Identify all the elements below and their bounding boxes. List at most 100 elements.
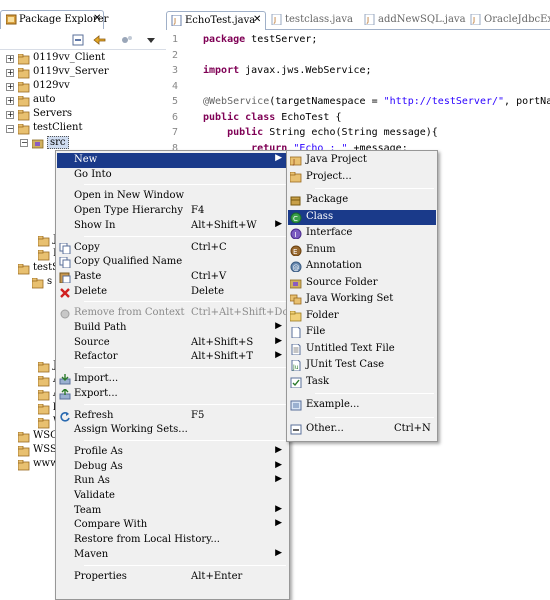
tab-oraclejdbcexamp[interactable]: J OracleJdbcExamp <box>466 11 550 30</box>
new-menu-item-task[interactable]: Task <box>288 375 436 390</box>
menu-item-label: New <box>74 154 98 165</box>
menu-item-team[interactable]: Team ▶ <box>57 504 288 519</box>
menu-item-label: File <box>306 326 326 337</box>
menu-item-refactor[interactable]: Refactor Alt+Shift+T ▶ <box>57 350 288 365</box>
new-menu-item-interface[interactable]: I Interface <box>288 226 436 241</box>
project-folder-icon <box>18 446 30 457</box>
menu-item-import[interactable]: Import... <box>57 372 288 387</box>
working-set-icon <box>290 294 302 305</box>
svg-text:J: J <box>472 16 475 24</box>
expand-icon[interactable]: + <box>6 83 14 91</box>
tree-item[interactable]: +0129vv <box>0 80 166 94</box>
project-icon <box>290 171 302 182</box>
tree-item[interactable]: + Servers <box>0 108 166 122</box>
close-icon[interactable]: ✕ <box>93 13 101 24</box>
collapse-all-icon[interactable] <box>72 34 86 46</box>
package-explorer-tab[interactable]: Package Explorer ✕ <box>0 10 108 29</box>
project-folder-icon <box>38 362 50 373</box>
tab-addnewsql[interactable]: J addNewSQL.java <box>360 11 466 30</box>
submenu-arrow-icon: ▶ <box>275 474 282 485</box>
tab-echotest[interactable]: J EchoTest.java ✕ <box>166 11 266 30</box>
new-menu-item-other[interactable]: Other... Ctrl+N <box>288 422 436 437</box>
tree-item[interactable]: − testClient <box>0 122 166 136</box>
menu-item-label: Refresh <box>74 409 114 421</box>
menu-item-maven[interactable]: Maven ▶ <box>57 548 288 563</box>
view-options-icon[interactable] <box>121 34 135 46</box>
menu-item-label: Annotation <box>306 260 362 271</box>
menu-item-restore-from-local-history[interactable]: Restore from Local History... <box>57 533 288 548</box>
enum-icon: E <box>290 245 302 256</box>
collapse-icon[interactable]: − <box>20 139 28 147</box>
expand-icon[interactable]: + <box>6 69 14 77</box>
code-keyword: import <box>203 65 240 76</box>
source-folder-icon <box>32 139 44 149</box>
code-keyword: public <box>203 127 264 138</box>
file-icon <box>291 327 301 338</box>
collapse-icon[interactable]: − <box>6 125 14 133</box>
menu-item-label: Paste <box>74 270 102 282</box>
new-menu-item-package[interactable]: Package <box>288 193 436 208</box>
menu-item-label: Java Working Set <box>306 293 394 304</box>
new-menu-item-source-folder[interactable]: Source Folder <box>288 276 436 291</box>
source-folder-icon <box>290 279 302 288</box>
menu-item-go-into[interactable]: Go Into <box>57 168 288 183</box>
new-menu-item-project[interactable]: Project... <box>288 170 436 185</box>
menu-item-show-in[interactable]: Show In Alt+Shift+W ▶ <box>57 219 288 234</box>
menu-item-copy-qualified-name[interactable]: Copy Qualified Name <box>57 255 288 270</box>
new-menu-item-folder[interactable]: Folder <box>288 309 436 324</box>
tree-item[interactable]: +0119vv_Client <box>0 52 166 66</box>
new-submenu: J Java Project Project... Package C Class I Int… <box>286 150 438 442</box>
menu-item-refresh[interactable]: Refresh F5 <box>57 409 288 424</box>
package-explorer-icon <box>6 14 17 25</box>
tree-item[interactable]: +0119vv_Server <box>0 66 166 80</box>
menu-item-debug-as[interactable]: Debug As ▶ <box>57 460 288 475</box>
code-line: 3 import javax.jws.WebService; <box>166 65 550 79</box>
menu-shortcut: Delete <box>191 285 224 297</box>
menu-item-open-type-hierarchy[interactable]: Open Type Hierarchy F4 <box>57 204 288 219</box>
code-text: testServer; <box>245 34 318 45</box>
menu-item-export[interactable]: Export... <box>57 387 288 402</box>
menu-item-delete[interactable]: Delete Delete <box>57 285 288 300</box>
menu-item-run-as[interactable]: Run As ▶ <box>57 474 288 489</box>
menu-item-assign-working-sets[interactable]: Assign Working Sets... <box>57 423 288 438</box>
menu-item-copy[interactable]: Copy Ctrl+C <box>57 241 288 256</box>
submenu-arrow-icon: ▶ <box>275 350 282 361</box>
menu-item-paste[interactable]: Paste Ctrl+V <box>57 270 288 285</box>
new-menu-item-file[interactable]: File <box>288 325 436 340</box>
expand-icon[interactable]: + <box>6 111 14 119</box>
tree-item-label: testClient <box>33 122 83 133</box>
view-menu-chevron-icon[interactable] <box>145 34 159 46</box>
java-project-icon: J <box>290 156 302 166</box>
tree-item[interactable]: − src <box>0 136 166 150</box>
tree-item-label: 0119vv_Client <box>33 52 106 63</box>
new-menu-item-junit-test-case[interactable]: Ju JUnit Test Case <box>288 358 436 373</box>
menu-item-new[interactable]: New ▶ <box>57 153 288 168</box>
menu-item-label: Team <box>74 504 102 516</box>
menu-item-compare-with[interactable]: Compare With ▶ <box>57 518 288 533</box>
tab-testclass[interactable]: J testclass.java <box>267 11 361 30</box>
expand-icon[interactable]: + <box>6 55 14 63</box>
svg-text:E: E <box>293 248 297 256</box>
svg-text:Ju: Ju <box>292 364 299 371</box>
menu-item-validate[interactable]: Validate <box>57 489 288 504</box>
menu-item-properties[interactable]: Properties Alt+Enter <box>57 570 288 585</box>
link-with-editor-icon[interactable] <box>93 34 107 46</box>
menu-item-profile-as[interactable]: Profile As ▶ <box>57 445 288 460</box>
code-text: public class EchoTest { <box>203 112 341 123</box>
new-menu-item-class[interactable]: C Class <box>288 209 436 225</box>
new-menu-item-java-working-set[interactable]: Java Working Set <box>288 292 436 307</box>
task-icon <box>290 377 302 388</box>
close-icon[interactable]: ✕ <box>253 14 261 25</box>
tree-item[interactable]: + auto <box>0 94 166 108</box>
tree-item-label: s <box>47 276 53 287</box>
menu-item-source[interactable]: Source Alt+Shift+S ▶ <box>57 336 288 351</box>
menu-item-build-path[interactable]: Build Path ▶ <box>57 321 288 336</box>
menu-item-open-in-new-window[interactable]: Open in New Window <box>57 189 288 204</box>
new-menu-item-untitled-text-file[interactable]: Untitled Text File <box>288 342 436 357</box>
new-menu-item-example[interactable]: Example... <box>288 398 436 413</box>
new-menu-item-enum[interactable]: E Enum <box>288 243 436 258</box>
new-menu-item-annotation[interactable]: @ Annotation <box>288 259 436 274</box>
new-menu-item-java-project[interactable]: J Java Project <box>288 153 436 168</box>
menu-item-label: Open in New Window <box>74 190 185 202</box>
expand-icon[interactable]: + <box>6 97 14 105</box>
